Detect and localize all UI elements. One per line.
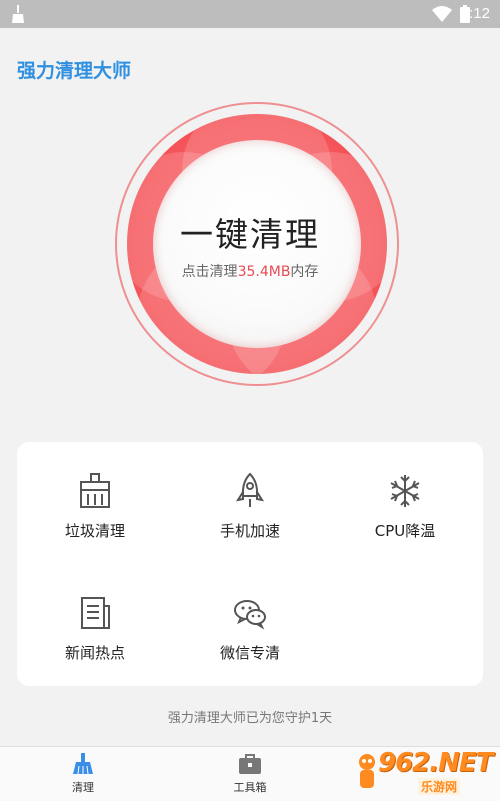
tool-label: 微信专清: [219, 644, 280, 662]
clean-button-hint: 点击清理35.4MB内存: [0, 261, 500, 281]
site-watermark: 962.NET 乐游网: [354, 748, 494, 798]
hint-prefix: 点击清理: [181, 264, 238, 280]
broom-icon: [73, 753, 93, 775]
tool-news-hot[interactable]: 新闻热点: [25, 594, 165, 684]
hint-suffix: 内存: [290, 264, 319, 280]
rocket-icon: [235, 472, 265, 507]
tool-label: 手机加速: [219, 522, 280, 540]
wechat-icon: [234, 600, 266, 630]
clean-button-title: 一键清理: [180, 215, 320, 254]
watermark-brand: 962.NET: [378, 748, 493, 778]
tool-wechat-clean[interactable]: 微信专清: [180, 594, 320, 684]
app-title: 强力清理大师: [17, 60, 132, 82]
watermark-site: 乐游网: [418, 778, 461, 795]
tool-cpu-cooling[interactable]: CPU降温: [335, 472, 475, 562]
wifi-icon: [432, 6, 452, 22]
guard-days-text: 强力清理大师已为您守护1天: [167, 711, 333, 726]
nav-item-clean[interactable]: 清理: [33, 753, 133, 799]
mascot-icon: [359, 754, 375, 788]
nav-label: 工具箱: [233, 781, 267, 794]
toolbox-icon: [239, 754, 261, 774]
tool-label: 新闻热点: [64, 644, 125, 662]
broom-notification-icon: [12, 5, 24, 23]
newspaper-icon: [81, 597, 110, 629]
tool-label: 垃圾清理: [64, 522, 125, 540]
tool-trash-clean[interactable]: 垃圾清理: [25, 472, 165, 562]
status-bar: 8:12: [0, 0, 500, 28]
nav-item-toolbox[interactable]: 工具箱: [200, 753, 300, 799]
status-time: 8:12: [460, 5, 490, 22]
tools-card: 垃圾清理 手机加速 CPU降温 新闻热点 微信专清: [17, 442, 483, 686]
memory-amount: 35.4MB: [237, 264, 291, 280]
tool-label: CPU降温: [374, 522, 436, 540]
snowflake-icon: [390, 475, 420, 507]
tool-phone-boost[interactable]: 手机加速: [180, 472, 320, 562]
trash-bin-icon: [80, 473, 110, 508]
nav-label: 清理: [72, 781, 94, 794]
